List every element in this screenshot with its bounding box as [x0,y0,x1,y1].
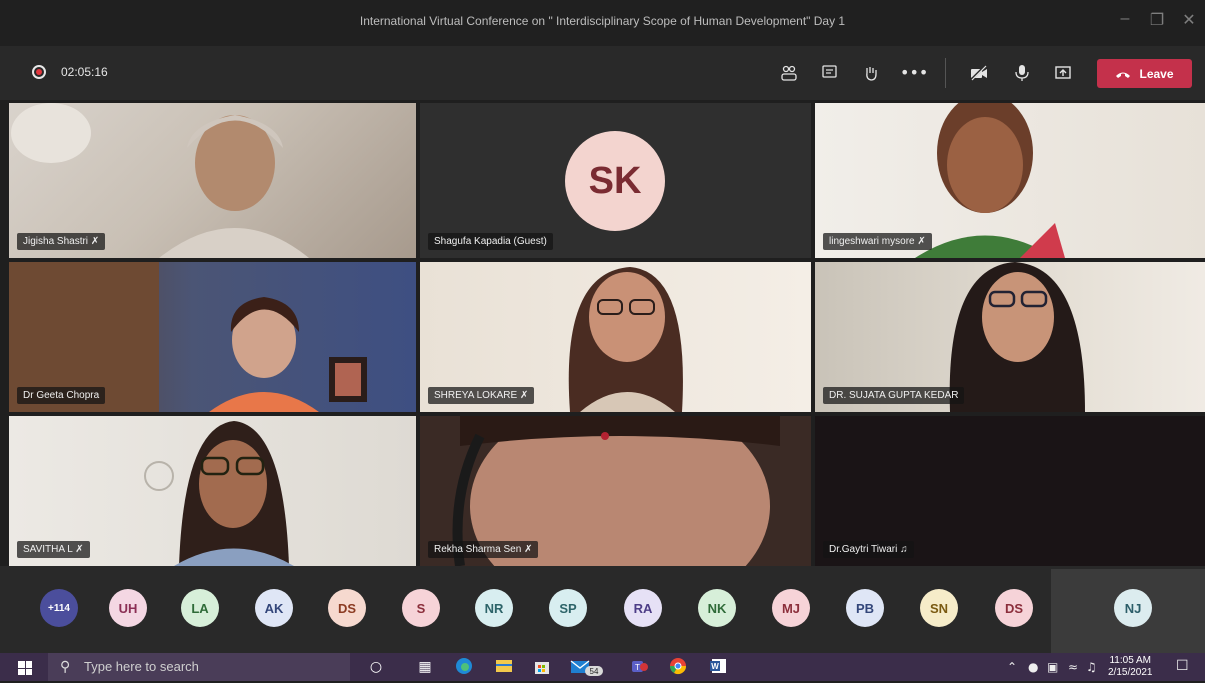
video-tile[interactable]: DR. SUJATA GUPTA KEDAR [815,262,1205,412]
svg-text:W: W [711,662,719,671]
participants-icon[interactable] [776,60,802,86]
leave-button[interactable]: Leave [1097,59,1192,88]
close-icon[interactable]: ✕ [1181,10,1197,30]
video-grid: Jigisha Shastri ✗ SK Shagufa Kapadia (Gu… [9,103,1205,566]
participant-avatar[interactable]: UH [109,589,147,627]
notification-app-icon[interactable]: ▣ [1047,660,1058,674]
participant-avatar[interactable]: SP [549,589,587,627]
chrome-icon[interactable] [667,657,689,677]
meeting-toolbar: 02:05:16 ••• Leave [0,46,1205,100]
participant-avatar[interactable]: SN [920,589,958,627]
participant-avatar[interactable]: DS [995,589,1033,627]
participant-name-tag: SHREYA LOKARE ✗ [428,387,535,404]
svg-text:T: T [635,663,640,672]
show-hidden-icons-icon[interactable]: ⌃ [1007,660,1017,674]
participant-name: Jigisha Shastri [23,236,89,247]
video-tile[interactable]: lingeshwari mysore ✗ [815,103,1205,258]
clock-time: 11:05 AM [1109,655,1151,666]
participant-avatar[interactable]: +114 [40,589,78,627]
clock-date: 2/15/2021 [1108,667,1153,678]
cortana-icon[interactable]: ○ [365,657,387,677]
participant-name-tag: Dr.Gaytri Tiwari ♫ [823,541,914,558]
file-explorer-icon[interactable] [493,657,515,677]
participant-name: DR. SUJATA GUPTA KEDAR [829,390,959,401]
video-tile[interactable]: Dr Geeta Chopra [9,262,416,412]
participant-name-tag: DR. SUJATA GUPTA KEDAR [823,387,965,404]
participant-name-tag: Jigisha Shastri ✗ [17,233,106,250]
participant-name: SAVITHA L [23,544,73,555]
participant-name-tag: Shagufa Kapadia (Guest) [428,233,553,250]
windows-taskbar: ⚲ Type here to search ○ ▦ 54 T W ⌃ ● ▣ ≈… [0,653,1205,681]
participant-avatar[interactable]: LA [181,589,219,627]
participant-avatar[interactable]: AK [255,589,293,627]
store-icon[interactable] [531,657,553,677]
window-title: International Virtual Conference on " In… [359,14,846,28]
search-placeholder: Type here to search [84,659,199,674]
participant-name-tag: Rekha Sharma Sen ✗ [428,541,539,558]
phone-icon [1116,72,1131,78]
participant-avatar[interactable]: DS [328,589,366,627]
recording-indicator-icon [32,65,46,79]
participant-avatar[interactable]: RA [624,589,662,627]
mic-on-icon: ♫ [900,544,908,555]
system-clock[interactable]: 11:05 AM 2/15/2021 [1108,655,1153,679]
video-tile[interactable]: Rekha Sharma Sen ✗ [420,416,811,566]
camera-off-icon[interactable] [966,60,992,86]
video-tile[interactable]: SK Shagufa Kapadia (Guest) [420,103,811,258]
mic-icon[interactable] [1009,60,1035,86]
window-controls: – ❐ ✕ [1117,10,1197,30]
mic-muted-icon: ✗ [519,390,529,401]
participant-name: Dr.Gaytri Tiwari [829,544,898,555]
taskbar-search[interactable]: ⚲ Type here to search [48,653,350,681]
participant-avatar[interactable]: MJ [772,589,810,627]
minimize-icon[interactable]: – [1117,10,1133,30]
word-icon[interactable]: W [707,657,729,677]
video-tile[interactable]: SAVITHA L ✗ [9,416,416,566]
participant-name-tag: lingeshwari mysore ✗ [823,233,932,250]
action-center-icon[interactable]: ☐ [1176,658,1189,674]
leave-label: Leave [1139,66,1174,81]
volume-icon[interactable]: ♫ [1086,660,1097,674]
mail-badge: 54 [590,667,599,676]
mic-muted-icon: ✗ [90,236,100,247]
participant-name: Dr Geeta Chopra [23,390,100,401]
wifi-icon[interactable]: ≈ [1068,660,1078,674]
windows-start-icon[interactable] [18,661,32,675]
chat-icon[interactable] [817,60,843,86]
participant-avatar[interactable]: S [402,589,440,627]
participant-avatar: SK [565,131,665,231]
meeting-timer: 02:05:16 [61,65,108,79]
participant-avatar[interactable]: NR [475,589,513,627]
participant-avatar[interactable]: NJ [1114,589,1152,627]
mic-tray-icon[interactable]: ● [1028,660,1038,674]
participant-name-tag: Dr Geeta Chopra [17,387,106,404]
teams-icon[interactable]: T [628,657,650,677]
mic-muted-icon: ✗ [75,544,84,555]
mic-muted-icon: ✗ [917,236,926,247]
participant-avatar[interactable]: PB [846,589,884,627]
title-bar: International Virtual Conference on " In… [0,0,1205,46]
task-view-icon[interactable]: ▦ [414,657,436,677]
participant-name: Rekha Sharma Sen [434,544,522,555]
raise-hand-icon[interactable] [858,60,884,86]
video-tile[interactable]: Jigisha Shastri ✗ [9,103,416,258]
participant-name-tag: SAVITHA L ✗ [17,541,90,558]
more-icon[interactable]: ••• [900,60,928,86]
mail-icon[interactable]: 54 [570,657,604,677]
participant-name: Shagufa Kapadia (Guest) [434,236,547,247]
maximize-icon[interactable]: ❐ [1149,10,1165,30]
edge-icon[interactable] [453,657,475,677]
video-tile[interactable]: Dr.Gaytri Tiwari ♫ [815,416,1205,566]
participant-strip: +114 UH LA AK DS S NR SP RA NK MJ PB SN DS NJ [0,566,1205,653]
toolbar-divider [945,58,946,88]
participant-name: lingeshwari mysore [829,236,915,247]
mic-muted-icon: ✗ [524,544,533,555]
search-icon: ⚲ [60,659,71,675]
participant-name: SHREYA LOKARE [434,390,518,401]
share-screen-icon[interactable] [1050,60,1076,86]
participant-avatar[interactable]: NK [698,589,736,627]
video-tile[interactable]: SHREYA LOKARE ✗ [420,262,811,412]
